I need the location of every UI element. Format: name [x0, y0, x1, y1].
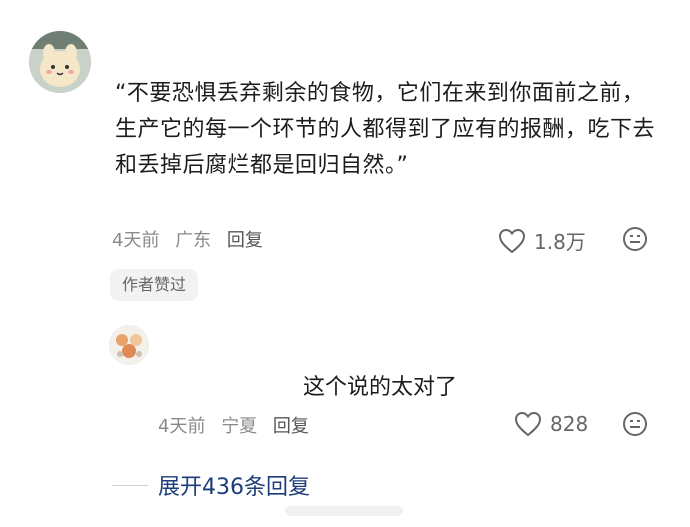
emoji-button[interactable] [622, 226, 648, 252]
comment-location: 广东 [175, 230, 212, 251]
emoji-face-icon [623, 227, 647, 251]
heart-outline-icon [498, 228, 526, 253]
reply-emoji-button[interactable] [622, 411, 648, 437]
comment-time: 4天前 [112, 230, 160, 251]
expand-divider [112, 485, 148, 486]
avatar-image [110, 326, 148, 364]
comment-text: “不要恐惧丢弃剩余的食物，它们在来到你面前之前，生产它的每一个环节的人都得到了应… [115, 81, 656, 178]
reply-button[interactable]: 回复 [227, 230, 263, 251]
avatar-image [29, 31, 91, 93]
reply-to-reply-button[interactable]: 回复 [273, 416, 309, 437]
comment-meta: 4天前 广东 回复 [112, 226, 273, 252]
reply-like-count: 828 [550, 412, 589, 436]
reply-location: 宁夏 [221, 416, 258, 437]
reply-like-button[interactable]: 828 [514, 411, 588, 437]
reply-text: 这个说的太对了 [303, 375, 458, 400]
like-count: 1.8万 [534, 230, 586, 254]
reply-time: 4天前 [158, 416, 206, 437]
commenter-avatar[interactable] [29, 31, 91, 93]
emoji-face-icon [623, 412, 647, 436]
reply-meta: 4天前 宁夏 回复 [158, 412, 319, 438]
reply-avatar[interactable] [109, 325, 149, 365]
expand-replies-link[interactable]: 展开436条回复 [158, 469, 310, 501]
author-liked-badge: 作者赞过 [110, 269, 199, 301]
like-button[interactable]: 1.8万 [498, 226, 586, 255]
watermark [285, 506, 403, 516]
heart-outline-icon [514, 411, 542, 437]
